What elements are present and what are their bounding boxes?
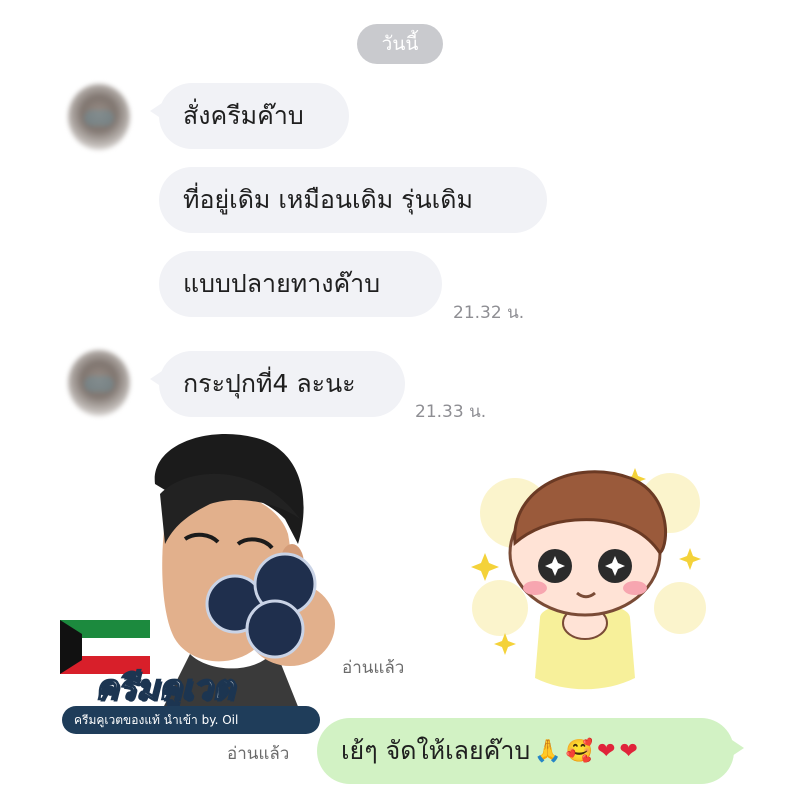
sticker-cute-boy[interactable] bbox=[455, 458, 710, 698]
outgoing-message-bubble[interactable]: เย้ๆ จัดให้เลยค๊าบ 🙏 🥰 ❤ ❤ bbox=[317, 718, 744, 784]
sticker-banner-text: ครีมคูเวตของแท้ นำเข้า by. Oil bbox=[74, 712, 239, 727]
message-bubble[interactable]: ที่อยู่เดิม เหมือนเดิม รุ่นเดิม bbox=[159, 167, 547, 233]
message-text: สั่งครีมค๊าบ bbox=[183, 101, 304, 130]
message-bubble[interactable]: แบบปลายทางค๊าบ bbox=[159, 251, 442, 317]
folded-hands-icon: 🙏 bbox=[534, 738, 562, 764]
contact-avatar[interactable] bbox=[68, 84, 130, 150]
message-bubble[interactable]: สั่งครีมค๊าบ bbox=[150, 83, 349, 149]
message-text: แบบปลายทางค๊าบ bbox=[183, 269, 381, 298]
message-bubble[interactable]: กระปุกที่4 ละนะ bbox=[150, 351, 405, 417]
contact-avatar[interactable] bbox=[68, 350, 130, 416]
read-receipt: อ่านแล้ว bbox=[227, 744, 290, 764]
message-timestamp: 21.32 น. bbox=[453, 303, 525, 323]
red-heart-icon: ❤ bbox=[597, 738, 616, 764]
message-text: เย้ๆ จัดให้เลยค๊าบ bbox=[341, 736, 531, 765]
message-text: ที่อยู่เดิม เหมือนเดิม รุ่นเดิม bbox=[183, 185, 473, 214]
red-heart-icon: ❤ bbox=[619, 738, 638, 764]
sticker-illustration bbox=[471, 468, 706, 690]
sticker-title: ครีมคูเวต bbox=[94, 667, 234, 709]
date-separator: วันนี้ bbox=[357, 24, 443, 64]
message-text: กระปุกที่4 ละนะ bbox=[183, 369, 356, 398]
message-timestamp: 21.33 น. bbox=[415, 402, 487, 422]
read-receipt: อ่านแล้ว bbox=[342, 658, 405, 678]
sticker-banner: ครีมคูเวตของแท้ นำเข้า by. Oil bbox=[62, 706, 320, 734]
smiling-face-with-hearts-icon: 🥰 bbox=[565, 738, 594, 764]
